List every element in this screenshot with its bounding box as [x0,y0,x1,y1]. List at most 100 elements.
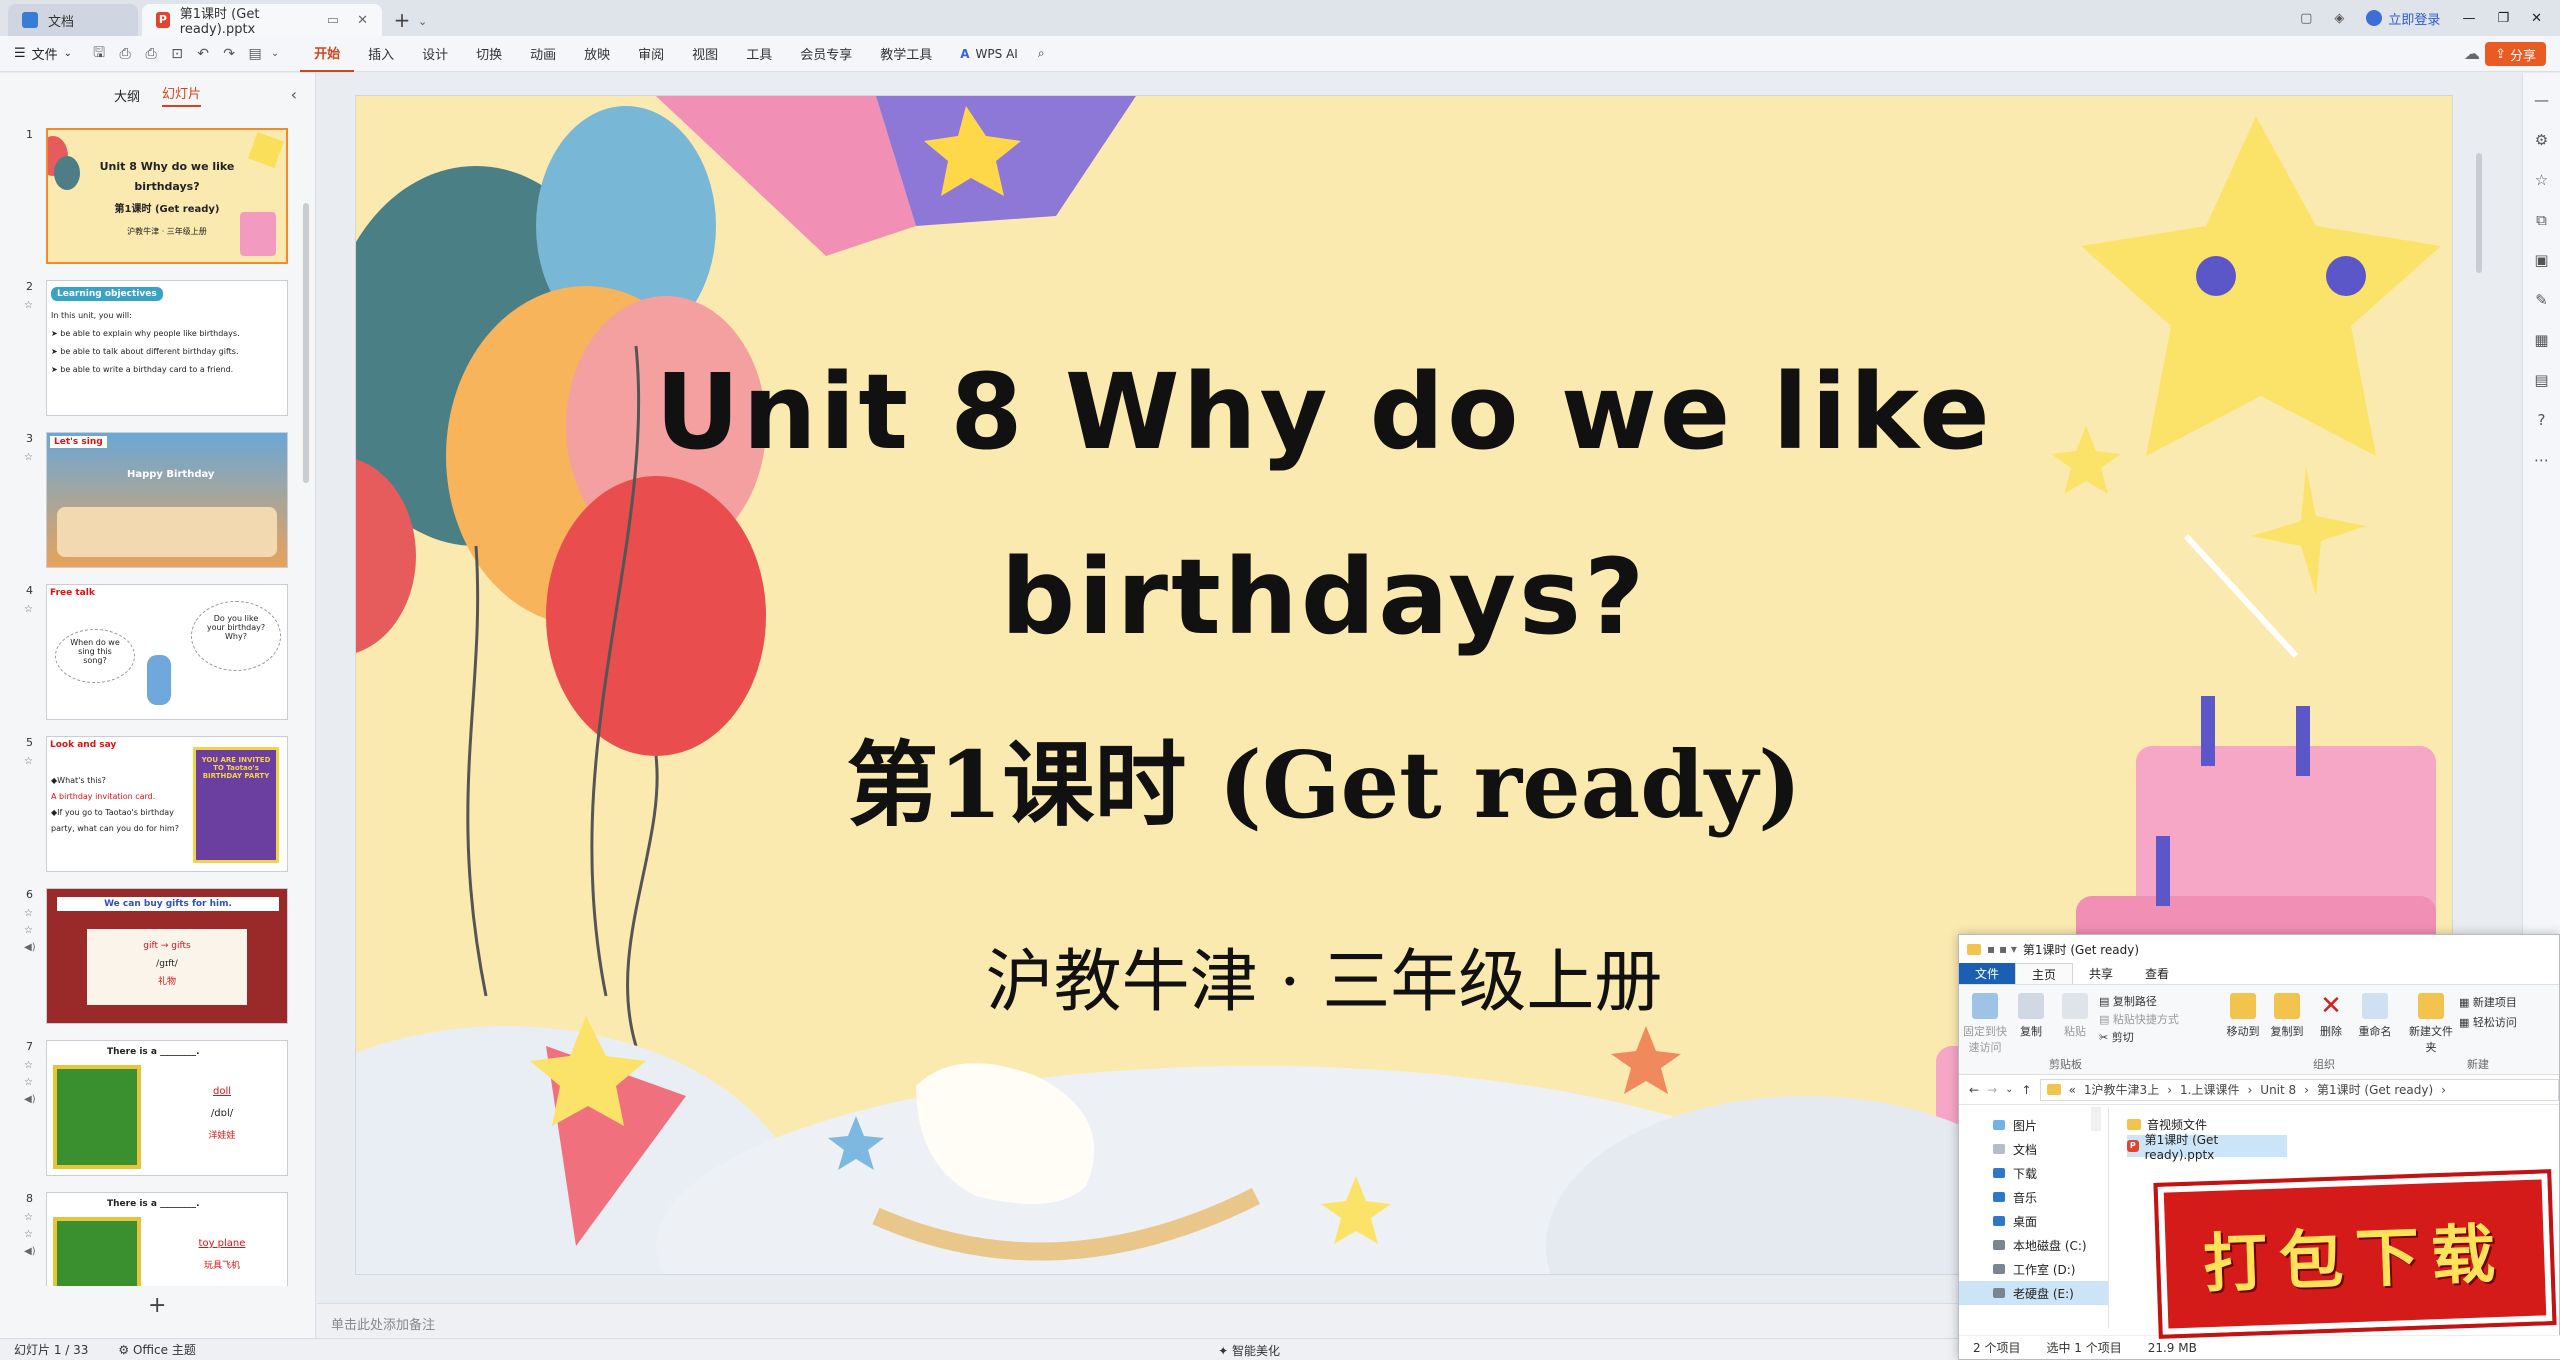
thumbnail-preview[interactable]: There is a ________. toy plane 玩具飞机 [46,1192,288,1286]
menu-home[interactable]: 开始 [300,36,355,72]
adjust-icon[interactable]: ⚙ [2535,131,2548,149]
add-slide-button[interactable]: + [148,1293,166,1318]
slide-thumbnail-2[interactable]: 2 ☆ Learning objectives In this unit, yo… [20,280,290,420]
star-icon[interactable]: ☆ [24,300,33,311]
cloud-sync-icon[interactable]: ☁ [2464,44,2480,63]
slide-thumbnail-6[interactable]: 6 ☆ ☆ ◀) We can buy gifts for him. gift → … [20,888,290,1028]
copy-path-button[interactable]: ▤ 复制路径 [2099,993,2179,1011]
menu-review[interactable]: 审阅 [624,36,678,72]
audio-icon[interactable]: ◀) [24,942,36,953]
delete-button[interactable]: ✕ 删除 [2309,993,2353,1039]
nav-item-drive-c[interactable]: 本地磁盘 (C:) [1993,1233,2108,1257]
canvas-scrollbar[interactable] [2476,153,2482,273]
nav-item-music[interactable]: 音乐 [1993,1185,2108,1209]
undo-icon[interactable]: ↶ [190,43,216,65]
slide-thumbnail-8[interactable]: 8 ☆ ☆ ◀) There is a ________. toy plane 玩具… [20,1192,290,1286]
address-path[interactable]: « 1沪教牛津3上 › 1.上课课件 › Unit 8 › 第1课时 (Get rea… [2039,1078,2559,1101]
explorer-tab-share[interactable]: 共享 [2073,963,2129,984]
explorer-tab-view[interactable]: 查看 [2129,963,2185,984]
slide-thumbnail-3[interactable]: 3 ☆ Let's sing Happy Birthday [20,432,290,572]
star-icon[interactable]: ☆ [24,908,36,919]
explorer-tab-file[interactable]: 文件 [1959,963,2016,984]
chevron-down-icon[interactable]: ⌄ [418,15,427,28]
paste-button[interactable]: 粘贴 [2053,993,2097,1039]
menu-teaching-tools[interactable]: 教学工具 [866,36,946,72]
minimize-icon[interactable]: — [2462,11,2475,26]
menu-design[interactable]: 设计 [408,36,462,72]
star-icon[interactable]: ☆ [24,756,33,767]
quick-access-icon[interactable]: ▪ ▪ ▾ [1987,942,2017,956]
restore-icon[interactable]: ❐ [2497,11,2509,26]
nav-item-downloads[interactable]: 下载 [1993,1161,2108,1185]
pin-quick-access-button[interactable]: 固定到快速访问 [1963,993,2007,1055]
tab-docs[interactable]: 文档 [8,4,138,36]
easy-access-button[interactable]: ▦ 轻松访问 [2459,1013,2517,1033]
menu-tools[interactable]: 工具 [732,36,786,72]
tools-icon[interactable]: ✎ [2535,291,2548,309]
chevron-down-icon[interactable]: ⌄ [2005,1084,2013,1095]
back-arrow-icon[interactable]: ← [1969,1083,1979,1097]
breadcrumb-item[interactable]: Unit 8 [2260,1083,2296,1097]
tab-slides[interactable]: 幻灯片 [162,83,202,107]
collapse-sidebar-icon[interactable]: — [2534,91,2549,109]
move-to-button[interactable]: 移动到 [2221,993,2265,1039]
nav-item-documents[interactable]: 文档 [1993,1137,2108,1161]
slide-thumbnail-1[interactable]: 1 Unit 8 Why do we like birthdays? 第1课时 … [20,128,290,268]
paste-shortcut-button[interactable]: ▤ 粘贴快捷方式 [2099,1011,2179,1029]
nav-item-drive-e[interactable]: 老硬盘 (E:) [1959,1281,2108,1305]
star-icon[interactable]: ☆ [24,1060,36,1071]
explorer-tab-home[interactable]: 主页 [2015,963,2074,984]
thumbnail-preview[interactable]: Let's sing Happy Birthday [46,432,288,568]
new-tab-button[interactable]: + [388,6,416,34]
animation-icon[interactable]: ☆ [24,925,36,936]
copy-icon[interactable]: ⧉ [2536,211,2547,229]
star-icon[interactable]: ☆ [24,604,33,615]
menu-transitions[interactable]: 切换 [462,36,516,72]
image-icon[interactable]: ▣ [2534,251,2548,269]
new-folder-button[interactable]: 新建文件夹 [2409,993,2453,1055]
up-arrow-icon[interactable]: ↑ [2022,1083,2032,1097]
thumbnail-preview[interactable]: We can buy gifts for him. gift → gifts /… [46,888,288,1024]
animation-icon[interactable]: ☆ [24,1229,36,1240]
export-pdf-icon[interactable]: ⎙ [112,43,138,65]
breadcrumb-item[interactable]: 1沪教牛津3上 [2084,1081,2159,1098]
menu-animations[interactable]: 动画 [516,36,570,72]
nav-item-drive-d[interactable]: 工作室 (D:) [1993,1257,2108,1281]
list-item[interactable]: P 第1课时 (Get ready).pptx [2127,1133,2287,1162]
star-icon[interactable]: ☆ [2535,171,2548,189]
star-icon[interactable]: ☆ [24,1212,36,1223]
breadcrumb-item[interactable]: 1.上课课件 [2180,1081,2239,1098]
redo-icon[interactable]: ↷ [216,43,242,65]
thumbnail-preview[interactable]: Free talk When do we sing this song? Do … [46,584,288,720]
copy-to-button[interactable]: 复制到 [2265,993,2309,1039]
thumbnail-preview[interactable]: Look and say ◆What's this? A birthday in… [46,736,288,872]
thumbnail-scrollbar[interactable] [303,203,309,483]
menu-slideshow[interactable]: 放映 [570,36,624,72]
breadcrumb-item[interactable]: 第1课时 (Get ready) [2317,1081,2433,1098]
menu-member[interactable]: 会员专享 [786,36,866,72]
cube-icon[interactable]: ◈ [2334,11,2344,26]
slide-thumbnail-4[interactable]: 4 ☆ Free talk When do we sing this song?… [20,584,290,724]
share-button[interactable]: ⇪ 分享 [2485,42,2546,66]
beautify-button[interactable]: ✦ 智能美化 [1218,1342,1280,1359]
close-tab-icon[interactable]: ✕ [357,13,368,28]
file-menu[interactable]: ☰ 文件 ⌄ [0,44,86,63]
slide-thumbnail-5[interactable]: 5 ☆ Look and say ◆What's this? A birthda… [20,736,290,876]
layers-icon[interactable]: ▤ [2534,371,2548,389]
wps-ai-button[interactable]: A WPS AI ⌕ [946,46,1058,61]
star-icon[interactable]: ☆ [24,452,33,463]
more-icon[interactable]: ⋯ [2534,451,2549,469]
menu-insert[interactable]: 插入 [354,36,408,72]
rename-button[interactable]: 重命名 [2353,993,2397,1039]
thumbnail-preview[interactable]: Unit 8 Why do we like birthdays? 第1课时 (G… [46,128,288,264]
nav-scrollbar[interactable] [2091,1107,2101,1131]
save-icon[interactable]: 🖫 [86,43,112,65]
print-icon[interactable]: ⎙ [138,43,164,65]
thumbnail-preview[interactable]: There is a ________. doll /dɒl/ 洋娃娃 [46,1040,288,1176]
theme-label[interactable]: ⚙ Office 主题 [118,1341,195,1358]
slide-title-line1[interactable]: Unit 8 Why do we like [356,351,2372,473]
download-package-badge[interactable]: 打包下载 [2154,1169,2556,1339]
forward-arrow-icon[interactable]: → [1987,1083,1997,1097]
new-item-button[interactable]: ▦ 新建项目 [2459,993,2517,1013]
layout-icon[interactable]: ▢ [2300,11,2312,26]
